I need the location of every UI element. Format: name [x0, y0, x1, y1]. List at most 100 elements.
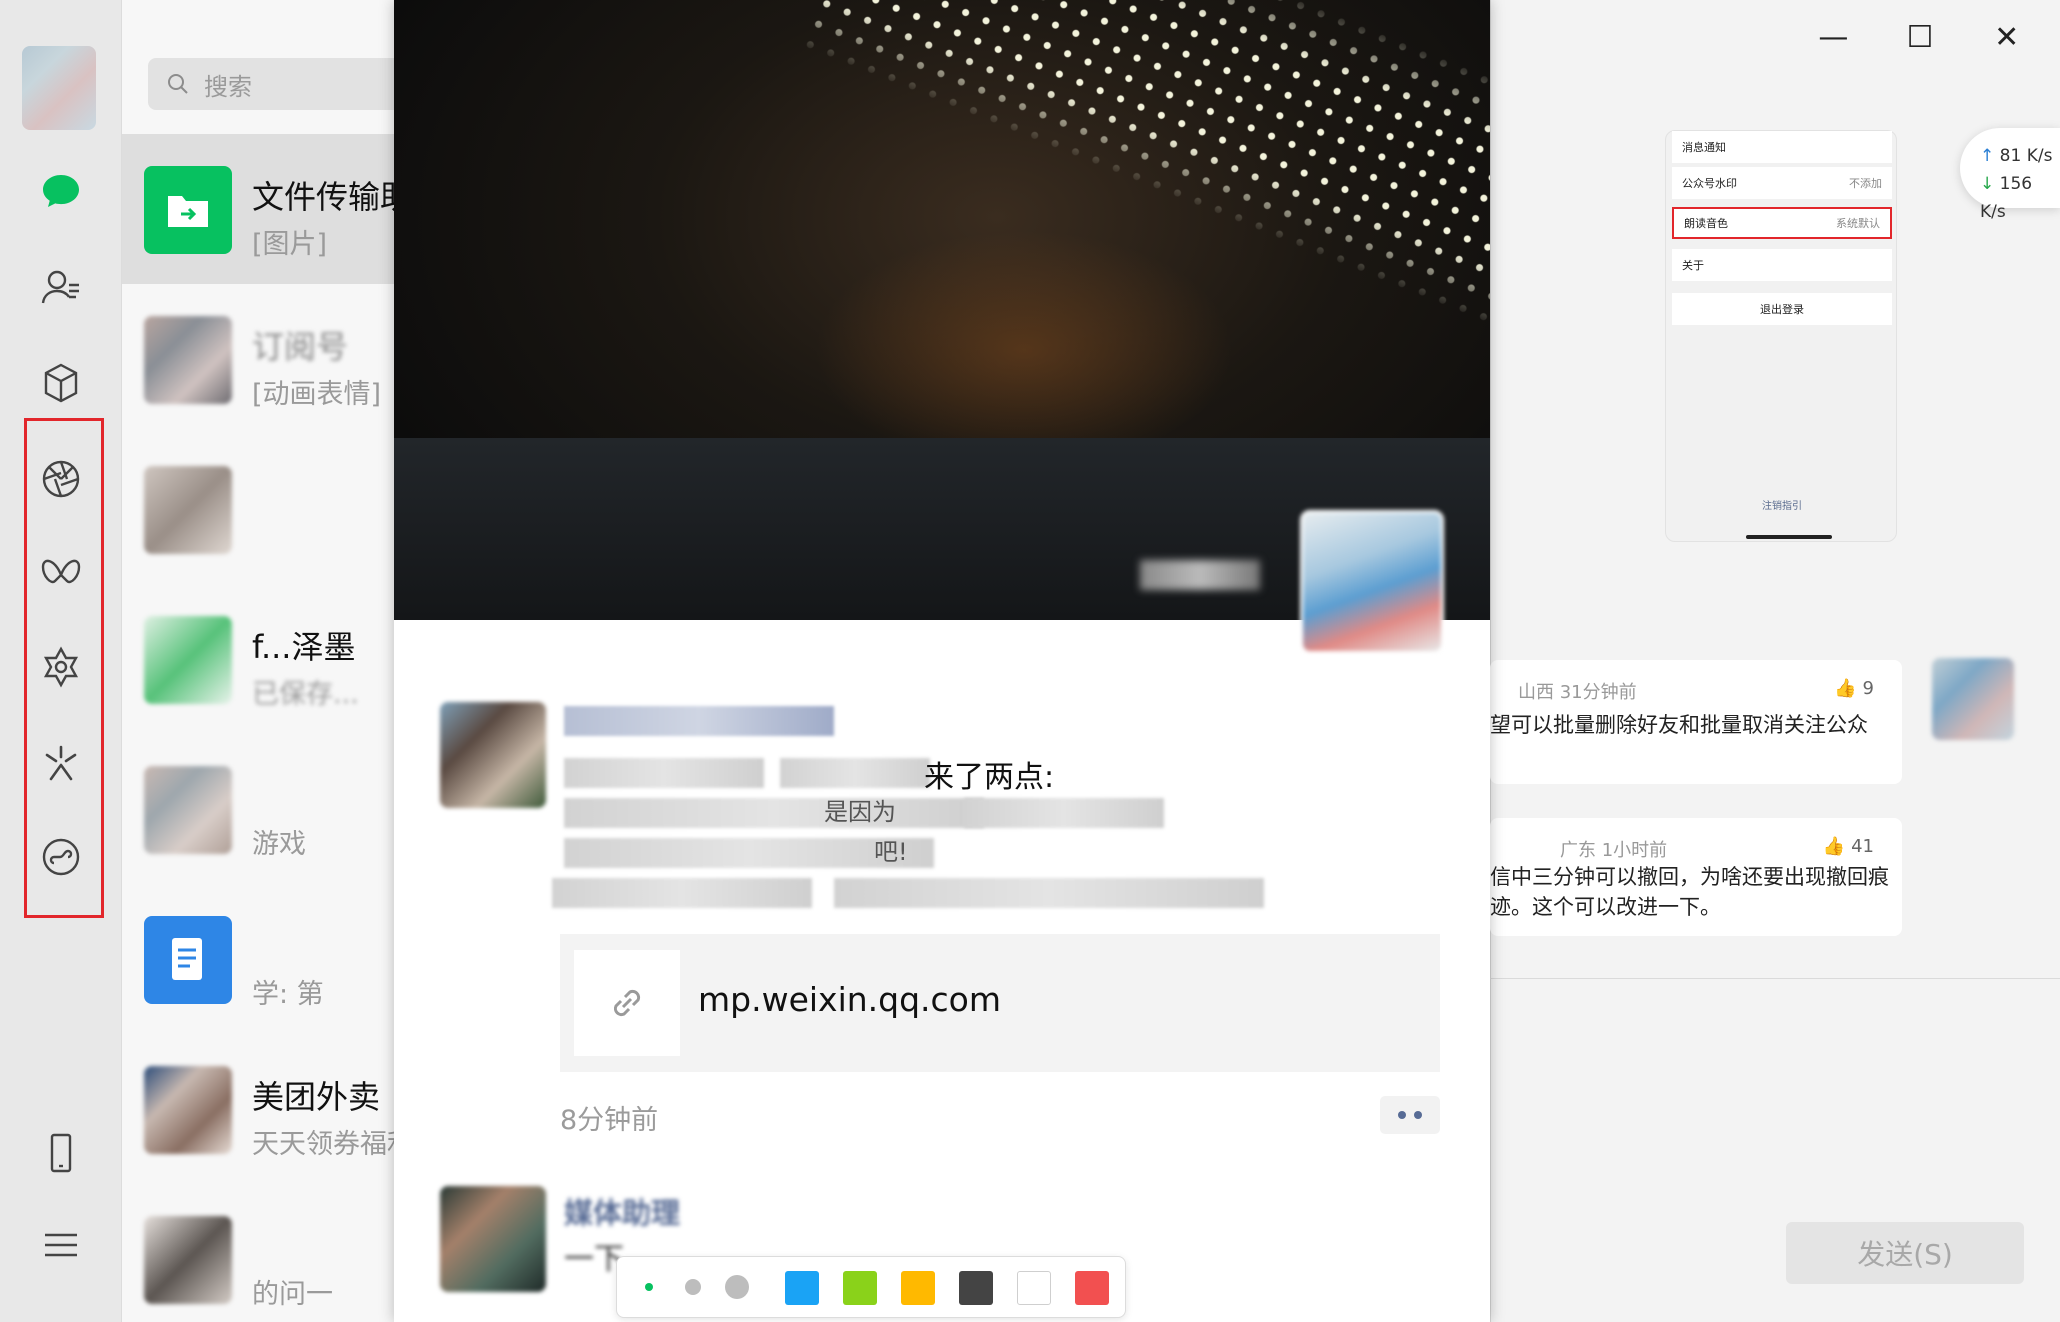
top-stories-icon[interactable]: [26, 728, 96, 798]
avatar[interactable]: [1932, 658, 2014, 740]
owner-name: [1140, 560, 1260, 590]
link-icon: [574, 950, 680, 1056]
conversation-preview: 已保存...: [252, 679, 359, 710]
color-swatch-red[interactable]: [1075, 1271, 1109, 1305]
comment-meta: 广东 1小时前: [1560, 840, 1668, 861]
comment-like[interactable]: 👍 41: [1823, 836, 1874, 857]
shared-screenshot-image[interactable]: 消息通知 公众号水印 不添加 朗读音色 系统默认 关于 退出登录 注销指引: [1665, 130, 1897, 542]
minimize-button[interactable]: —: [1790, 12, 1877, 62]
document-icon: [144, 916, 232, 1004]
chat-icon[interactable]: [26, 156, 96, 226]
brush-size-large[interactable]: [725, 1275, 749, 1299]
list-item[interactable]: 学: 第: [122, 884, 412, 1034]
conversation-preview: 天天领券福利: [252, 1129, 402, 1160]
post-avatar[interactable]: [440, 1186, 546, 1292]
comment-text: 望可以批量删除好友和批量取消关注公众: [1490, 713, 1868, 737]
color-swatch-blue[interactable]: [785, 1271, 819, 1305]
avatar: [144, 316, 232, 404]
network-speed-widget: ↑ 81 K/s ↓ 156 K/s: [1960, 128, 2060, 222]
post-author[interactable]: 媒体助理: [564, 1190, 680, 1232]
sidebar-rail: [0, 0, 122, 1322]
list-item[interactable]: f...泽墨 已保存...: [122, 584, 412, 734]
settings-row: 公众号水印 不添加: [1672, 167, 1892, 199]
conversation-preview: 游戏: [252, 829, 306, 860]
redacted-text: [780, 758, 930, 788]
redacted-text: [564, 758, 764, 788]
arrow-up-icon: ↑: [1980, 146, 1995, 166]
owner-avatar[interactable]: [1300, 510, 1444, 654]
avatar: [144, 1066, 232, 1154]
user-avatar[interactable]: [22, 46, 96, 130]
conversation-preview: 学: 第: [252, 979, 324, 1010]
conversation-list: 搜索 文件传输助手 [图片] 订阅号 [动画表情] f...泽墨 已保存... …: [122, 0, 448, 1322]
comment-card: 广东 1小时前 👍 41 信中三分钟可以撤回，为啥还要出现撤回痕迹。这个可以改进…: [1490, 818, 1902, 936]
arrow-down-icon: ↓: [1980, 174, 1995, 194]
comment-card: 山西 31分钟前 👍 9 望可以批量删除好友和批量取消关注公众: [1490, 660, 1902, 784]
redacted-text: [834, 878, 1264, 908]
comment-meta: 山西 31分钟前: [1518, 682, 1637, 703]
color-swatch-yellow[interactable]: [901, 1271, 935, 1305]
more-button[interactable]: [1380, 1096, 1440, 1134]
brush-size-medium[interactable]: [685, 1279, 701, 1295]
color-swatch-green[interactable]: [843, 1271, 877, 1305]
settings-row: 关于: [1672, 249, 1892, 281]
post-text: 吧!: [874, 838, 908, 866]
list-item[interactable]: 的问一: [122, 1184, 412, 1322]
post-author-blurred[interactable]: [564, 706, 834, 736]
conversation-title: 美团外卖: [252, 1078, 381, 1116]
maximize-button[interactable]: ☐: [1877, 12, 1964, 62]
favorites-icon[interactable]: [26, 348, 96, 418]
send-button[interactable]: 发送(S): [1786, 1222, 2024, 1284]
search-placeholder: 搜索: [204, 72, 252, 101]
post-text: 一下: [564, 1242, 624, 1277]
post-time: 8分钟前: [560, 1105, 659, 1136]
avatar: [144, 766, 232, 854]
cover-glow: [814, 230, 1234, 470]
conversation-preview: 的问一: [252, 1279, 333, 1310]
mini-programs-icon[interactable]: [26, 822, 96, 892]
link-card[interactable]: mp.weixin.qq.com: [560, 934, 1440, 1072]
avatar: [144, 1216, 232, 1304]
color-swatch-white[interactable]: [1017, 1271, 1051, 1305]
list-item[interactable]: [122, 434, 412, 584]
logout-row: 退出登录: [1672, 293, 1892, 325]
search-discover-icon[interactable]: [26, 632, 96, 702]
post-avatar[interactable]: [440, 702, 546, 808]
window-controls: — ☐ ✕: [1790, 12, 2050, 62]
post-text: 是因为: [824, 798, 896, 826]
settings-row: 消息通知: [1672, 131, 1892, 163]
help-link: 注销指引: [1762, 501, 1802, 512]
search-icon: [168, 74, 188, 94]
thumb-up-icon: 👍: [1834, 678, 1857, 699]
close-button[interactable]: ✕: [1963, 12, 2050, 62]
moments-window: 来了两点: 是因为 吧! mp.weixin.qq.com 8分钟前 媒体助理 …: [394, 0, 1490, 1322]
menu-icon[interactable]: [26, 1210, 96, 1280]
list-item[interactable]: 美团外卖 天天领券福利: [122, 1034, 412, 1184]
conversation-preview: [动画表情]: [252, 379, 382, 410]
avatar: [144, 466, 232, 554]
conversation-title: 订阅号: [252, 328, 349, 366]
moments-icon[interactable]: [26, 444, 96, 514]
list-item[interactable]: 文件传输助手 [图片]: [122, 134, 412, 284]
conversation-title: f...泽墨: [252, 628, 356, 666]
comment-text: 信中三分钟可以撤回，为啥还要出现撤回痕迹。这个可以改进一下。: [1490, 865, 1889, 919]
avatar: [144, 616, 232, 704]
phone-icon[interactable]: [26, 1118, 96, 1188]
color-swatch-dark[interactable]: [959, 1271, 993, 1305]
brush-size-small[interactable]: [645, 1283, 653, 1291]
channels-icon[interactable]: [26, 538, 96, 608]
home-indicator: [1746, 535, 1832, 539]
drawing-toolbar: [616, 1256, 1126, 1318]
list-item[interactable]: 订阅号 [动画表情]: [122, 284, 412, 434]
contacts-icon[interactable]: [26, 252, 96, 322]
conversation-preview: [图片]: [252, 229, 328, 260]
redacted-text: [564, 798, 984, 828]
comment-like[interactable]: 👍 9: [1834, 678, 1874, 699]
thumb-up-icon: 👍: [1822, 836, 1846, 857]
input-divider: [1490, 978, 2060, 979]
redacted-text: [964, 798, 1164, 828]
file-transfer-icon: [144, 166, 232, 254]
list-item[interactable]: 游戏: [122, 734, 412, 884]
conversation-title: 文件传输助手: [252, 178, 402, 216]
settings-row-highlighted: 朗读音色 系统默认: [1672, 207, 1892, 239]
